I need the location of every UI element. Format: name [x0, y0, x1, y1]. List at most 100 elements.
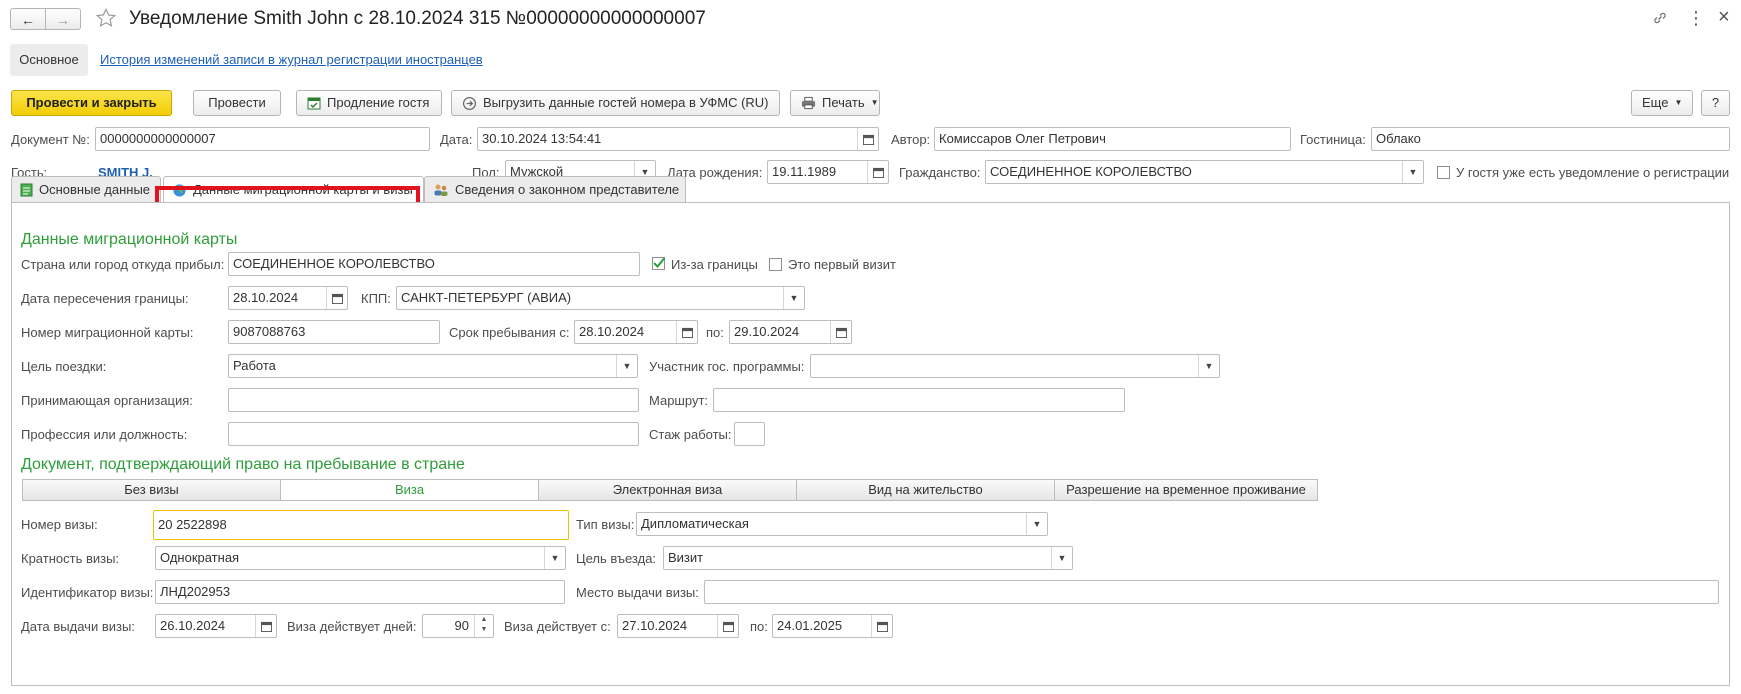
purpose-select[interactable]: Работа ▼ [228, 354, 638, 378]
program-label: Участник гос. программы: [649, 359, 805, 374]
tab-legal-representative[interactable]: Сведения о законном представителе [424, 176, 686, 202]
cross-date-label: Дата пересечения границы: [21, 291, 189, 306]
export-icon [462, 96, 477, 111]
org-field[interactable] [228, 388, 639, 412]
birth-date-field[interactable]: 19.11.1989 [767, 160, 889, 184]
from-field[interactable]: СОЕДИНЕННОЕ КОРОЛЕВСТВО [228, 252, 640, 276]
doc-number-field[interactable]: 0000000000000007 [95, 127, 430, 151]
window-title: Уведомление Smith John с 28.10.2024 315 … [129, 8, 706, 29]
stay-from-field[interactable]: 28.10.2024 [574, 320, 698, 344]
route-field[interactable] [713, 388, 1125, 412]
chevron-down-icon[interactable]: ▼ [544, 547, 565, 569]
document-icon [20, 183, 33, 197]
link-icon[interactable] [1652, 10, 1670, 28]
visa-days-stepper[interactable]: 90 ▲ ▼ [422, 614, 494, 638]
chevron-down-icon[interactable]: ▼ [1198, 355, 1219, 377]
segment-residence-permit[interactable]: Вид на жительство [796, 479, 1055, 501]
close-icon[interactable]: × [1718, 6, 1730, 28]
stay-to-label: по: [706, 325, 724, 340]
valid-from-field[interactable]: 27.10.2024 [617, 614, 739, 638]
visa-section-title: Документ, подтверждающий право на пребыв… [21, 456, 465, 473]
chevron-down-icon[interactable]: ▼ [616, 355, 637, 377]
experience-field[interactable] [734, 422, 765, 446]
chevron-down-icon: ▼ [870, 98, 879, 107]
issue-date-field[interactable]: 26.10.2024 [155, 614, 277, 638]
date-field[interactable]: 30.10.2024 13:54:41 [477, 127, 879, 151]
calendar-icon[interactable] [871, 615, 892, 637]
post-and-close-button[interactable]: Провести и закрыть [11, 90, 172, 116]
citizenship-select[interactable]: СОЕДИНЕННОЕ КОРОЛЕВСТВО ▼ [985, 160, 1424, 184]
calendar-icon[interactable] [867, 161, 888, 183]
print-button[interactable]: Печать ▼ [790, 90, 880, 116]
tab-basic-data-label: Основные данные [39, 181, 151, 197]
valid-from-value: 27.10.2024 [622, 618, 688, 633]
from-value: СОЕДИНЕННОЕ КОРОЛЕВСТВО [233, 256, 435, 271]
visa-number-field[interactable]: 20 2522898 [153, 510, 569, 540]
export-ufms-label: Выгрузить данные гостей номера в УФМС (R… [483, 95, 769, 110]
kpp-select[interactable]: САНКТ-ПЕТЕРБУРГ (АВИА) ▼ [396, 286, 805, 310]
citizenship-value: СОЕДИНЕННОЕ КОРОЛЕВСТВО [990, 164, 1192, 179]
author-field[interactable]: Комиссаров Олег Петрович [934, 127, 1291, 151]
purpose-label: Цель поездки: [21, 359, 107, 374]
cross-date-field[interactable]: 28.10.2024 [228, 286, 348, 310]
issue-place-field[interactable] [704, 580, 1719, 604]
entry-purpose-value: Визит [668, 550, 704, 565]
nav-back-button[interactable]: ← [10, 8, 46, 30]
arrow-right-icon: → [56, 12, 70, 28]
entry-purpose-select[interactable]: Визит ▼ [663, 546, 1073, 570]
favorite-star-icon[interactable] [95, 7, 117, 29]
calendar-icon[interactable] [255, 615, 276, 637]
more-button[interactable]: Еще ▼ [1631, 90, 1693, 116]
hotel-field[interactable]: Облако [1371, 127, 1730, 151]
author-value: Комиссаров Олег Петрович [939, 131, 1106, 146]
stay-to-field[interactable]: 29.10.2024 [729, 320, 852, 344]
stay-to-value: 29.10.2024 [734, 324, 800, 339]
calendar-icon[interactable] [830, 321, 851, 343]
valid-to-field[interactable]: 24.01.2025 [772, 614, 893, 638]
stepper-arrows-icon[interactable]: ▲ ▼ [474, 615, 493, 637]
chevron-down-icon[interactable]: ▼ [1402, 161, 1423, 183]
segment-e-visa[interactable]: Электронная виза [538, 479, 797, 501]
calendar-icon[interactable] [717, 615, 738, 637]
chevron-down-icon[interactable]: ▼ [1026, 513, 1047, 535]
chevron-down-icon: ▼ [1674, 98, 1683, 107]
export-ufms-button[interactable]: Выгрузить данные гостей номера в УФМС (R… [451, 90, 780, 116]
segment-no-visa[interactable]: Без визы [22, 479, 281, 501]
abroad-checkbox[interactable] [652, 257, 666, 270]
visa-number-label: Номер визы: [21, 517, 98, 532]
tab-basic-data[interactable]: Основные данные [11, 176, 161, 202]
visa-id-field[interactable]: ЛНД202953 [155, 580, 565, 604]
first-visit-checkbox[interactable] [769, 258, 782, 271]
chevron-down-icon[interactable]: ▼ [783, 287, 804, 309]
help-label: ? [1711, 95, 1720, 110]
chevron-down-icon[interactable]: ▼ [1051, 547, 1072, 569]
profession-field[interactable] [228, 422, 639, 446]
calendar-icon[interactable] [676, 321, 697, 343]
visa-multiplicity-select[interactable]: Однократная ▼ [155, 546, 566, 570]
doc-number-value: 0000000000000007 [100, 131, 216, 146]
calendar-icon[interactable] [857, 128, 878, 150]
author-label: Автор: [891, 132, 931, 147]
extend-guest-button[interactable]: Продление гостя [296, 90, 442, 116]
profession-label: Профессия или должность: [21, 427, 188, 442]
calendar-icon[interactable] [326, 287, 347, 309]
history-link[interactable]: История изменений записи в журнал регист… [100, 52, 483, 67]
more-menu-icon[interactable]: ⋮ [1687, 8, 1705, 28]
segment-temporary-residence[interactable]: Разрешение на временное проживание [1054, 479, 1318, 501]
help-button[interactable]: ? [1701, 90, 1730, 116]
program-select[interactable]: ▼ [810, 354, 1220, 378]
visa-days-value: 90 [454, 618, 469, 633]
post-button[interactable]: Провести [193, 90, 281, 116]
visa-type-select[interactable]: Дипломатическая ▼ [636, 512, 1048, 536]
issue-date-label: Дата выдачи визы: [21, 619, 135, 634]
visa-number-value: 20 2522898 [158, 517, 227, 532]
valid-from-label: Виза действует с: [504, 619, 611, 634]
tab-main[interactable]: Основное [10, 44, 88, 76]
card-number-field[interactable]: 9087088763 [228, 320, 440, 344]
hotel-label: Гостиница: [1300, 132, 1366, 147]
tab-main-label: Основное [19, 52, 79, 67]
has-notice-checkbox[interactable] [1437, 166, 1450, 179]
more-label: Еще [1642, 95, 1669, 110]
segment-visa[interactable]: Виза [280, 479, 539, 501]
nav-forward-button[interactable]: → [45, 8, 81, 30]
